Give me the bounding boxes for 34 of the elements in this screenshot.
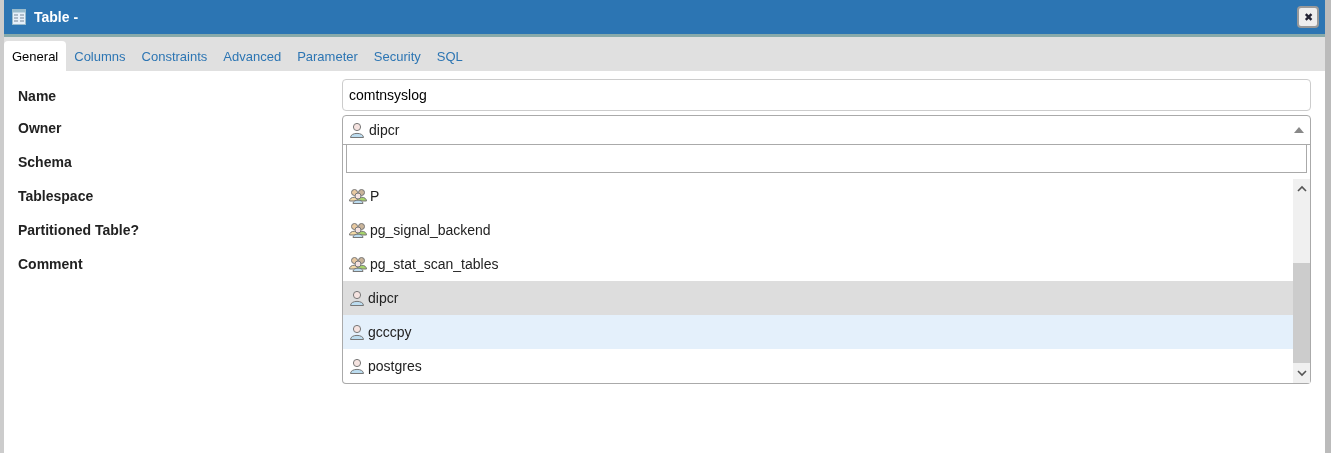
tab[interactable]: Parameter (289, 41, 366, 71)
scrollbar-thumb[interactable] (1293, 263, 1310, 363)
owner-option[interactable]: pg_stat_scan_tables (343, 247, 1293, 281)
user-icon (349, 358, 365, 374)
owner-option[interactable]: pg_signal_backend (343, 213, 1293, 247)
field-label: Schema (18, 153, 73, 172)
tab[interactable]: Constraints (133, 41, 216, 71)
close-button[interactable]: ✖ (1297, 6, 1319, 28)
search-field[interactable] (346, 144, 1307, 173)
owner-option[interactable]: P (343, 179, 1293, 213)
table-icon (12, 9, 26, 25)
group-icon (349, 188, 367, 204)
field-label: Partitioned Table? (18, 221, 141, 240)
field-label: Name (18, 87, 58, 106)
user-icon (349, 122, 365, 138)
group-icon (349, 222, 367, 238)
caret-icon (1294, 127, 1304, 133)
tab[interactable]: Security (365, 41, 429, 71)
tab[interactable]: General (4, 41, 67, 71)
field-label: Comment (18, 255, 84, 274)
owner-option[interactable]: dipcr (343, 281, 1293, 315)
user-icon (349, 324, 365, 340)
window-title: Table - (34, 9, 80, 25)
field-label: Tablespace (18, 187, 95, 206)
owner-option[interactable]: gcccpy (343, 315, 1293, 349)
scrollbar[interactable] (1293, 179, 1310, 383)
field-label: Owner (18, 119, 63, 138)
tab[interactable]: SQL (428, 41, 471, 71)
owner-option[interactable]: postgres (343, 349, 1293, 383)
tab[interactable]: Columns (66, 41, 134, 71)
name-field[interactable]: comtnsyslog (342, 79, 1311, 111)
user-icon (349, 290, 365, 306)
group-icon (349, 256, 367, 272)
tab[interactable]: Advanced (215, 41, 290, 71)
